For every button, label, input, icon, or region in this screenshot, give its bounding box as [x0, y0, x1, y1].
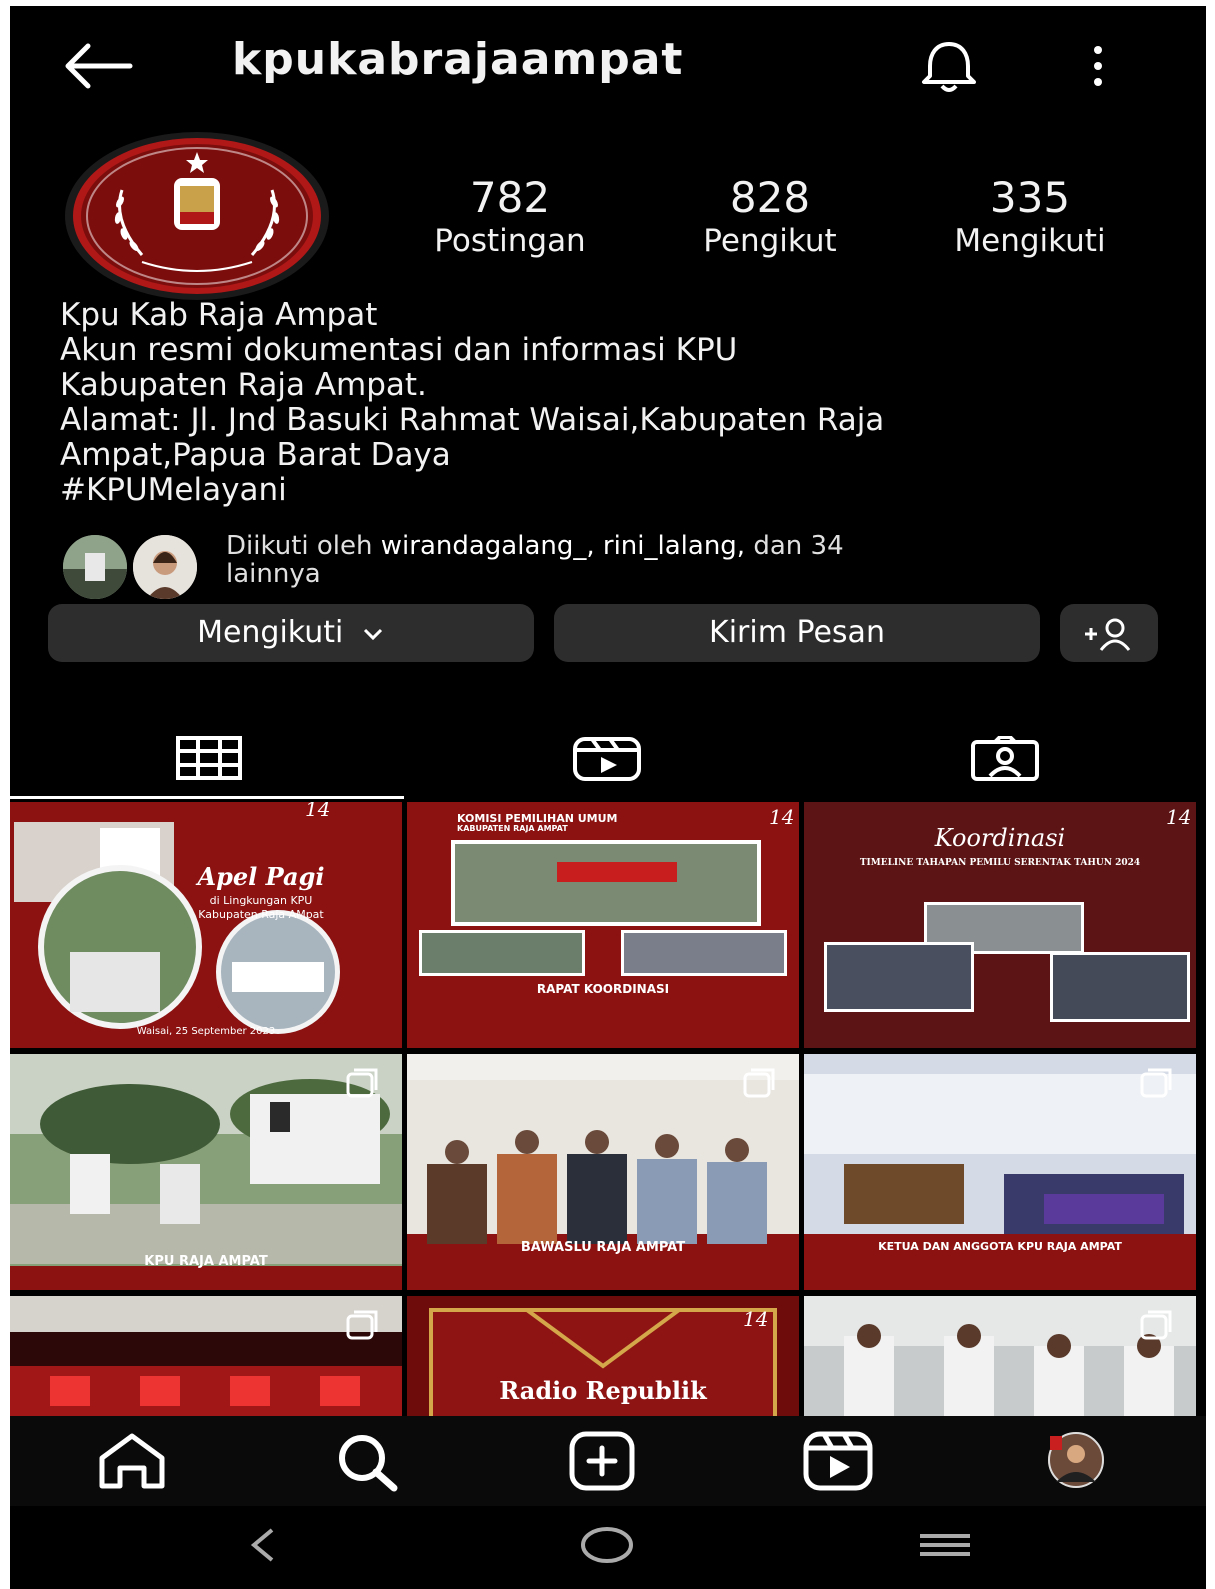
reels-icon [803, 1431, 873, 1491]
notifications-button[interactable] [914, 36, 984, 96]
multi-image-icon [743, 1068, 777, 1098]
stat-posts-value: 782 [469, 173, 551, 222]
post-subcaption: TIMELINE TAHAPAN PEMILU SERENTAK TAHUN 2… [859, 858, 1141, 868]
post-tile[interactable]: 14 Apel Pagi di Lingkungan KPU Kabupaten… [10, 802, 402, 1048]
tab-tagged[interactable] [806, 726, 1204, 802]
stat-following-label: Mengikuti [954, 223, 1106, 259]
followed-by-text: Diikuti oleh wirandagalang_, rini_lalang… [226, 532, 1126, 588]
profile-bio: Kpu Kab Raja Ampat Akun resmi dokumentas… [60, 298, 1190, 508]
follower-avatar [60, 532, 130, 602]
post-subcaption: Kabupaten Raja AMpat [198, 908, 324, 921]
search-icon [339, 1435, 398, 1492]
post-caption: KPU RAJA AMPAT [144, 1254, 268, 1269]
create-icon [569, 1431, 635, 1491]
svg-text:14: 14 [743, 1307, 768, 1331]
stat-posts[interactable]: 782 Postingan [390, 174, 630, 260]
add-user-button[interactable] [1060, 604, 1158, 662]
posts-grid: 14 Apel Pagi di Lingkungan KPU Kabupaten… [10, 802, 1206, 1422]
bio-line: Kabupaten Raja Ampat. [60, 367, 427, 403]
multi-image-icon [1140, 1068, 1174, 1098]
nav-profile[interactable] [1036, 1430, 1116, 1492]
system-navigation-bar [10, 1506, 1206, 1589]
nav-home[interactable] [92, 1430, 172, 1492]
post-tile[interactable] [804, 1296, 1196, 1422]
menu-lines-icon [920, 1534, 970, 1556]
more-options-button[interactable] [1080, 36, 1120, 96]
stat-followers-value: 828 [729, 173, 811, 222]
arrow-left-icon [65, 43, 133, 89]
post-caption: Radio Republik [499, 1376, 707, 1405]
post-tile[interactable]: 14 Koordinasi TIMELINE TAHAPAN PEMILU SE… [804, 802, 1196, 1048]
chevron-down-icon [363, 628, 382, 640]
message-label: Kirim Pesan [709, 615, 885, 650]
followed-prefix: Diikuti oleh [226, 531, 373, 561]
post-tile[interactable]: 14 KOMISI PEMILIHAN UMUM KABUPATEN RAJA … [407, 802, 799, 1048]
profile-tabs [10, 726, 1206, 802]
post-tile[interactable]: BAWASLU RAJA AMPAT [407, 1054, 799, 1290]
profile-stats: 782 Postingan 828 Pengikut 335 Mengikuti [390, 174, 1150, 264]
system-back-button[interactable] [232, 1520, 292, 1570]
post-subcaption: di Lingkungan KPU [209, 894, 313, 907]
tab-reels[interactable] [408, 726, 806, 802]
post-caption: Apel Pagi [197, 862, 325, 891]
top-bar: kpukabrajaampat [10, 6, 1206, 116]
followed-names[interactable]: wirandagalang_, rini_lalang, [381, 531, 745, 561]
profile-avatar[interactable] [62, 130, 332, 300]
post-caption: RAPAT KOORDINASI [536, 982, 670, 996]
nav-create[interactable] [562, 1430, 642, 1492]
grid-icon [176, 736, 242, 780]
kpu-logo [65, 132, 329, 300]
tab-posts-grid[interactable] [10, 726, 408, 802]
stat-following[interactable]: 335 Mengikuti [910, 174, 1150, 260]
profile-username: kpukabrajaampat [232, 34, 684, 85]
more-vertical-icon [1094, 46, 1102, 86]
send-message-button[interactable]: Kirim Pesan [554, 604, 1040, 662]
following-button[interactable]: Mengikuti [48, 604, 534, 662]
profile-avatar [1048, 1432, 1104, 1488]
followed-by[interactable]: Diikuti oleh wirandagalang_, rini_lalang… [60, 526, 1190, 602]
stat-followers[interactable]: 828 Pengikut [650, 174, 890, 260]
multi-image-icon [346, 1068, 380, 1098]
stat-following-value: 335 [989, 173, 1071, 222]
chevron-left-icon [250, 1528, 274, 1562]
bio-line: Ampat,Papua Barat Daya [60, 437, 451, 473]
post-caption: BAWASLU RAJA AMPAT [520, 1240, 686, 1255]
system-home-button[interactable] [572, 1520, 642, 1570]
post-tile[interactable]: KETUA DAN ANGGOTA KPU RAJA AMPAT [804, 1054, 1196, 1290]
home-icon [99, 1433, 165, 1489]
post-caption: Koordinasi [934, 824, 1066, 852]
post-header: KABUPATEN RAJA AMPAT [457, 824, 568, 833]
stat-posts-label: Postingan [434, 223, 586, 259]
post-footer: Waisai, 25 September 2023 [136, 1026, 276, 1037]
followed-suffix: dan 34 [753, 531, 844, 561]
multi-image-icon [1140, 1310, 1174, 1340]
app-window: kpukabrajaampat 782 Postingan 828 Pengik… [10, 6, 1206, 1589]
post-caption: KETUA DAN ANGGOTA KPU RAJA AMPAT [878, 1240, 1122, 1253]
circle-home-icon [581, 1527, 633, 1563]
multi-image-icon [346, 1310, 380, 1340]
nav-reels[interactable] [798, 1430, 878, 1492]
back-button[interactable] [58, 36, 138, 96]
add-user-icon [1085, 618, 1131, 651]
svg-text:14: 14 [305, 802, 330, 821]
stat-followers-label: Pengikut [703, 223, 837, 259]
bio-line: Akun resmi dokumentasi dan informasi KPU [60, 332, 738, 368]
nav-search[interactable] [328, 1430, 408, 1492]
follower-avatar [130, 532, 200, 602]
bio-name: Kpu Kab Raja Ampat [60, 297, 378, 333]
bio-line: Alamat: Jl. Jnd Basuki Rahmat Waisai,Kab… [60, 402, 885, 438]
post-tile[interactable]: 14 Radio Republik [407, 1296, 799, 1422]
followed-more: lainnya [226, 559, 321, 589]
bio-hashtag[interactable]: #KPUMelayani [60, 473, 1190, 508]
following-label: Mengikuti [197, 615, 344, 650]
post-tile[interactable]: KPU RAJA AMPAT [10, 1054, 402, 1290]
active-tab-indicator [10, 796, 404, 799]
bottom-navigation [10, 1416, 1206, 1506]
reels-icon [573, 737, 641, 781]
post-tile[interactable] [10, 1296, 402, 1422]
system-recents-button[interactable] [910, 1520, 980, 1570]
bell-icon [922, 42, 976, 92]
tagged-icon [971, 736, 1039, 781]
